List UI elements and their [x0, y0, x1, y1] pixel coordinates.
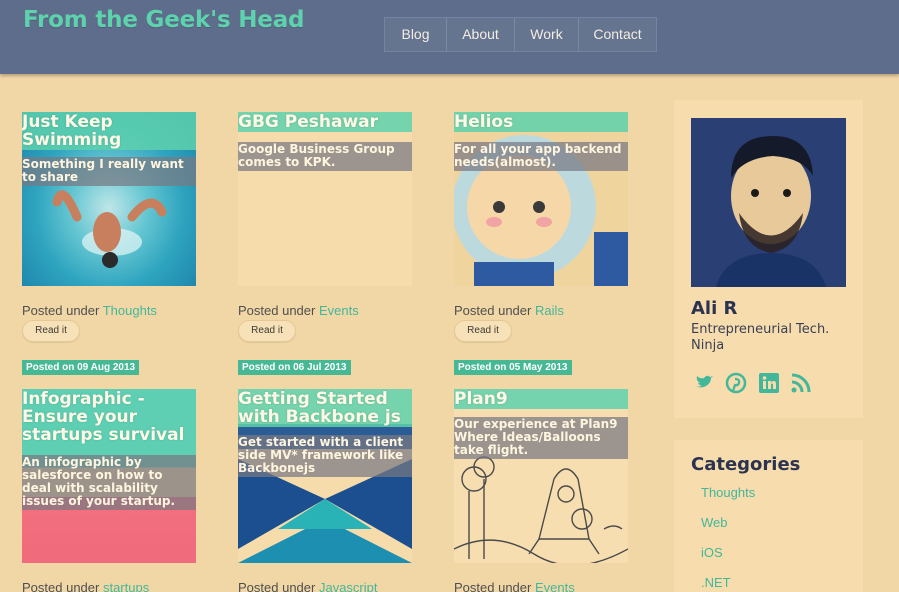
- post-card: Getting Started with Backbone js Get sta…: [238, 389, 412, 592]
- post-title[interactable]: GBG Peshawar: [238, 112, 412, 132]
- post-title[interactable]: Getting Started with Backbone js: [238, 389, 412, 427]
- category-link[interactable]: Thoughts: [701, 485, 755, 500]
- profile-role: Entrepreneurial Tech. Ninja: [691, 322, 830, 353]
- post-date-badge: Posted on 06 Jul 2013: [238, 360, 351, 375]
- post-category-link[interactable]: Events: [535, 580, 575, 592]
- read-it-button[interactable]: Read it: [22, 320, 80, 342]
- pinterest-icon[interactable]: [725, 372, 747, 394]
- profile-name: Ali R: [691, 298, 738, 319]
- posted-prefix: Posted under: [22, 303, 100, 318]
- post-date-badge: Posted on 09 Aug 2013: [22, 360, 140, 375]
- post-title[interactable]: Plan9: [454, 389, 628, 409]
- categories-widget: Categories Thoughts Web iOS .NET: [674, 440, 863, 592]
- post-description: Something I really want to share: [22, 157, 196, 186]
- posted-under: Posted under Javascript: [238, 580, 378, 592]
- category-link[interactable]: Web: [701, 515, 728, 530]
- posted-prefix: Posted under: [238, 303, 316, 318]
- post-card: Just Keep Swimming Something I really wa…: [22, 112, 196, 342]
- post-title[interactable]: Helios: [454, 112, 628, 132]
- category-link[interactable]: .NET: [701, 575, 731, 590]
- post-thumbnail[interactable]: GBG Peshawar Google Business Group comes…: [238, 112, 412, 286]
- post-card: Infographic - Ensure your startups survi…: [22, 389, 196, 592]
- post-thumbnail[interactable]: Infographic - Ensure your startups survi…: [22, 389, 196, 563]
- avatar-portrait: [691, 118, 846, 287]
- post-card: Plan9 Our experience at Plan9 Where Idea…: [454, 389, 628, 592]
- post-thumbnail[interactable]: Plan9 Our experience at Plan9 Where Idea…: [454, 389, 628, 563]
- post-thumbnail[interactable]: Just Keep Swimming Something I really wa…: [22, 112, 196, 286]
- post-description: For all your app backend needs(almost).: [454, 142, 628, 171]
- read-it-button[interactable]: Read it: [238, 320, 296, 342]
- post-card: GBG Peshawar Google Business Group comes…: [238, 112, 412, 342]
- post-description: Our experience at Plan9 Where Ideas/Ball…: [454, 417, 628, 459]
- posted-under: Posted under Thoughts: [22, 303, 157, 318]
- main-nav: Blog About Work Contact: [384, 17, 657, 52]
- post-category-link[interactable]: Rails: [535, 303, 564, 318]
- post-category-link[interactable]: Javascript: [319, 580, 378, 592]
- post-description: An infographic by salesforce on how to d…: [22, 455, 196, 510]
- twitter-icon[interactable]: [693, 372, 715, 394]
- post-thumbnail[interactable]: Getting Started with Backbone js Get sta…: [238, 389, 412, 563]
- posted-prefix: Posted under: [238, 580, 316, 592]
- posted-under: Posted under Rails: [454, 303, 564, 318]
- rss-icon[interactable]: [790, 372, 812, 394]
- post-description: Get started with a client side MV* frame…: [238, 435, 412, 477]
- post-title[interactable]: Just Keep Swimming: [22, 112, 196, 150]
- doodle-illustration: [454, 456, 628, 563]
- category-link[interactable]: iOS: [701, 545, 723, 560]
- post-thumbnail[interactable]: Helios For all your app backend needs(al…: [454, 112, 628, 286]
- posted-under: Posted under startups: [22, 580, 149, 592]
- site-title[interactable]: From the Geek's Head: [23, 7, 304, 33]
- nav-contact[interactable]: Contact: [578, 18, 656, 51]
- profile-widget: Ali R Entrepreneurial Tech. Ninja: [674, 100, 863, 418]
- avatar: [691, 118, 846, 287]
- post-date-badge: Posted on 05 May 2013: [454, 360, 572, 375]
- nav-blog[interactable]: Blog: [385, 18, 446, 51]
- robot-illustration: [454, 135, 628, 286]
- posted-under: Posted under Events: [454, 580, 575, 592]
- categories-heading: Categories: [691, 454, 801, 475]
- post-title[interactable]: Infographic - Ensure your startups survi…: [22, 389, 196, 445]
- post-category-link[interactable]: Thoughts: [103, 303, 157, 318]
- post-card: Helios For all your app backend needs(al…: [454, 112, 628, 342]
- posted-prefix: Posted under: [454, 303, 532, 318]
- posted-prefix: Posted under: [454, 580, 532, 592]
- posted-prefix: Posted under: [22, 580, 100, 592]
- linkedin-icon[interactable]: [758, 372, 780, 394]
- post-category-link[interactable]: Events: [319, 303, 359, 318]
- nav-about[interactable]: About: [446, 18, 514, 51]
- site-header: From the Geek's Head Blog About Work Con…: [0, 0, 899, 74]
- read-it-button[interactable]: Read it: [454, 320, 512, 342]
- posted-under: Posted under Events: [238, 303, 359, 318]
- post-description: Google Business Group comes to KPK.: [238, 142, 412, 171]
- nav-work[interactable]: Work: [514, 18, 578, 51]
- post-category-link[interactable]: startups: [103, 580, 149, 592]
